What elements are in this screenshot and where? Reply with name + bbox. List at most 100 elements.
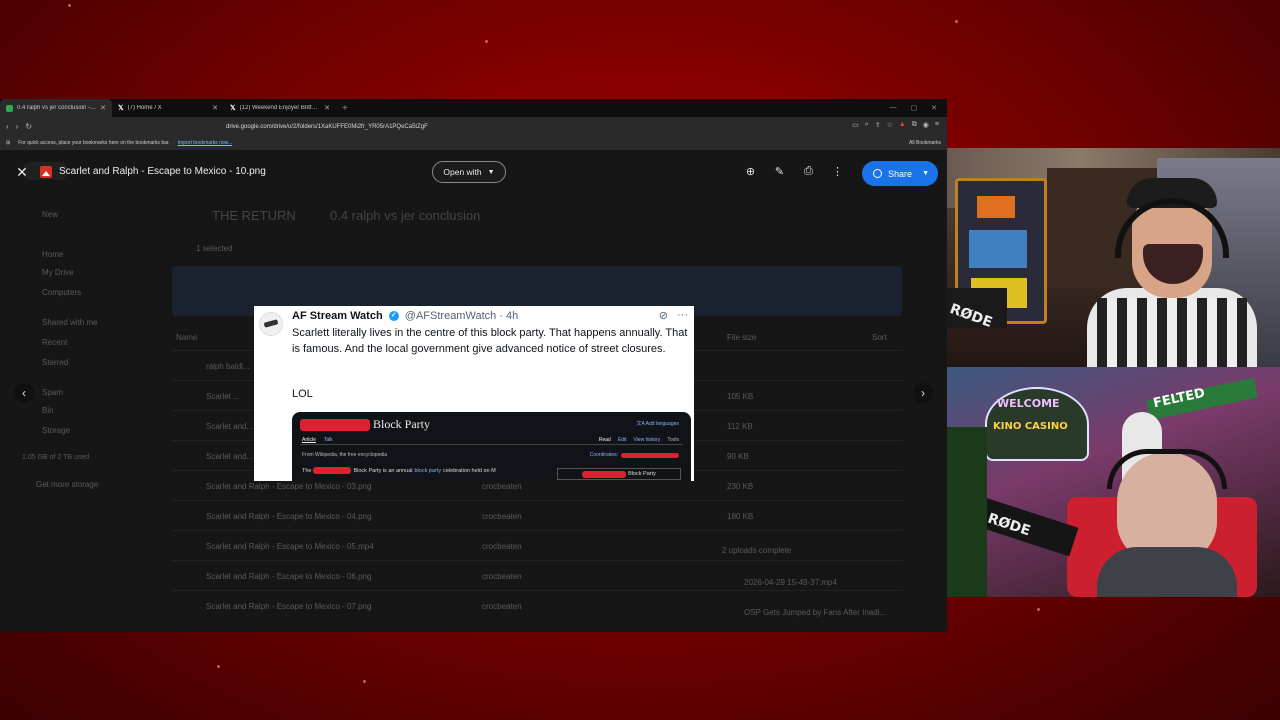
cast-icon[interactable]: ▭ — [852, 121, 859, 129]
image-file-icon — [40, 166, 52, 178]
forward-icon[interactable]: › — [16, 122, 19, 131]
more-options-icon[interactable]: ⋮ — [831, 165, 844, 178]
file-row-name: ralph baldl... — [206, 362, 250, 371]
tweet-handle: @AFStreamWatch — [404, 310, 497, 322]
grok-icon: ⊘ — [658, 310, 668, 322]
wiki-body: The Block Party is an annual block party… — [302, 467, 496, 474]
all-bookmarks-button[interactable]: All Bookmarks — [909, 140, 941, 146]
new-tab-button[interactable]: + — [336, 103, 354, 114]
tab-label: (12) Weekend Enjoyer Brittany Venti — [239, 105, 321, 111]
share-button[interactable]: Share ▼ — [862, 161, 938, 186]
close-icon[interactable]: ✕ — [100, 104, 106, 112]
tab-x-home[interactable]: 𝕏 (7) Home / X ✕ — [112, 99, 224, 117]
maximize-icon[interactable]: ▢ — [911, 104, 918, 112]
profile-icon[interactable]: ◉ — [923, 121, 929, 129]
wiki-tab-article: Article — [302, 437, 316, 443]
close-window-icon[interactable]: ✕ — [931, 104, 937, 112]
tweet-header: AF Stream Watch ✓ @AFStreamWatch · 4h — [292, 310, 518, 322]
tweet-author-name: AF Stream Watch — [292, 310, 383, 322]
sidebar-item-shared: Shared with me — [42, 318, 98, 327]
reload-icon[interactable]: ↻ — [25, 122, 32, 131]
import-bookmarks-link[interactable]: Import bookmarks now... — [178, 140, 232, 146]
file-row-name: Scarlet and... — [206, 422, 254, 431]
sparkle-particle — [1037, 608, 1040, 611]
sparkle-particle — [485, 40, 488, 43]
file-row-owner: crocbeaten — [482, 602, 522, 611]
selected-count: 1 selected — [196, 244, 233, 253]
close-viewer-icon[interactable]: ✕ — [14, 164, 30, 180]
redaction-mark — [313, 467, 352, 474]
wiki-tab-history: View history — [633, 437, 661, 443]
back-icon[interactable]: ‹ — [6, 122, 9, 131]
tab-strip: 0.4 ralph vs jer conclusion - Goo ✕ 𝕏 (7… — [0, 99, 947, 117]
wikipedia-screenshot: Block Party 文A Add languages Article Tal… — [292, 412, 691, 481]
open-with-button[interactable]: Open with ▼ — [432, 161, 506, 183]
close-icon[interactable]: ✕ — [324, 104, 330, 112]
zoom-icon[interactable]: ⌕ — [865, 121, 869, 129]
next-file-button[interactable]: › — [913, 383, 933, 403]
google-drive-icon — [6, 104, 13, 112]
breadcrumb-parent: THE RETURN — [212, 208, 296, 223]
file-row-size: 105 KB — [727, 392, 754, 401]
sidebar-item-recent: Recent — [42, 338, 68, 347]
tab-drive[interactable]: 0.4 ralph vs jer conclusion - Goo ✕ — [0, 99, 112, 117]
apps-icon[interactable]: ⊞ — [6, 140, 10, 146]
minimize-icon[interactable]: — — [890, 104, 897, 112]
file-row-name: Scarlet and... — [206, 452, 254, 461]
extensions-icon[interactable]: ⧉ — [912, 121, 917, 129]
toolbar-icons: ▭ ⌕ ⇪ ☆ ▲ ⧉ ◉ ≡ — [852, 121, 939, 129]
plant — [947, 427, 987, 597]
globe-icon — [873, 169, 882, 178]
breadcrumb-current: 0.4 ralph vs jer conclusion — [330, 208, 481, 223]
caret-down-icon[interactable]: ▼ — [922, 170, 938, 177]
open-with-label: Open with — [443, 167, 482, 177]
webcam-top: RØDE — [947, 148, 1280, 367]
file-row-size: 180 KB — [727, 512, 754, 521]
redaction-mark — [621, 452, 679, 458]
redaction-mark — [300, 418, 370, 431]
divider — [300, 444, 683, 445]
window-controls: — ▢ ✕ — [890, 104, 948, 112]
wiki-tab-tools: Tools — [667, 437, 679, 443]
previous-file-button[interactable]: ‹ — [14, 383, 34, 403]
plaid-pattern — [1097, 298, 1247, 367]
file-row-size: 230 KB — [727, 482, 754, 491]
avatar — [259, 312, 283, 336]
share-page-icon[interactable]: ⇪ — [875, 121, 881, 129]
file-row-name: Scarlet ... — [206, 392, 240, 401]
wiki-tab-edit: Edit — [617, 437, 627, 443]
sidebar-item-my-drive: My Drive — [42, 268, 74, 277]
tweet-screenshot: AF Stream Watch ✓ @AFStreamWatch · 4h ⊘ … — [254, 306, 694, 481]
new-label: New — [42, 210, 59, 219]
sidebar-item-bin: Bin — [42, 406, 54, 415]
sidebar-item-computers: Computers — [42, 288, 82, 297]
wiki-title-text: Block Party — [373, 417, 430, 431]
wiki-infobox-title: Block Party — [628, 471, 656, 477]
viewer-actions: ⊕ ✎ ⎙ ⋮ — [744, 165, 844, 178]
file-row-size: 112 KB — [727, 422, 753, 431]
get-storage-link: Get more storage — [36, 480, 99, 489]
extension-icon[interactable]: ▲ — [899, 121, 906, 129]
bookmarks-prompt: For quick access, place your bookmarks h… — [18, 140, 170, 146]
address-bar[interactable]: drive.google.com/drive/u/2/folders/1XaKU… — [226, 124, 428, 130]
verified-badge-icon: ✓ — [388, 311, 399, 322]
tweet-icons: ⊘ ··· — [659, 309, 688, 322]
close-icon[interactable]: ✕ — [212, 104, 218, 112]
wiki-from: From Wikipedia, the free encyclopedia — [302, 452, 388, 458]
add-shortcut-icon[interactable]: ⊕ — [744, 165, 757, 178]
add-comment-icon[interactable]: ✎ — [773, 165, 786, 178]
wiki-tab-read: Read — [598, 437, 611, 443]
sidebar-item-starred: Starred — [42, 358, 69, 367]
star-icon[interactable]: ☆ — [887, 121, 893, 129]
sign-casino: KINO CASINO — [993, 421, 1068, 432]
bookmarks-bar: ⊞ For quick access, place your bookmarks… — [0, 136, 947, 151]
menu-icon[interactable]: ≡ — [935, 121, 939, 129]
navigation-bar: ‹ › ↻ — [0, 117, 947, 136]
file-row-name: Scarlet and Ralph - Escape to Mexico - 0… — [206, 602, 372, 611]
column-size: File size — [727, 333, 757, 342]
wiki-add-languages: 文A Add languages — [636, 420, 679, 427]
tab-x-weekend[interactable]: 𝕏 (12) Weekend Enjoyer Brittany Venti ✕ — [224, 99, 336, 117]
arcade-marquee — [977, 196, 1015, 218]
redaction-mark — [582, 470, 627, 478]
print-icon[interactable]: ⎙ — [802, 165, 815, 178]
